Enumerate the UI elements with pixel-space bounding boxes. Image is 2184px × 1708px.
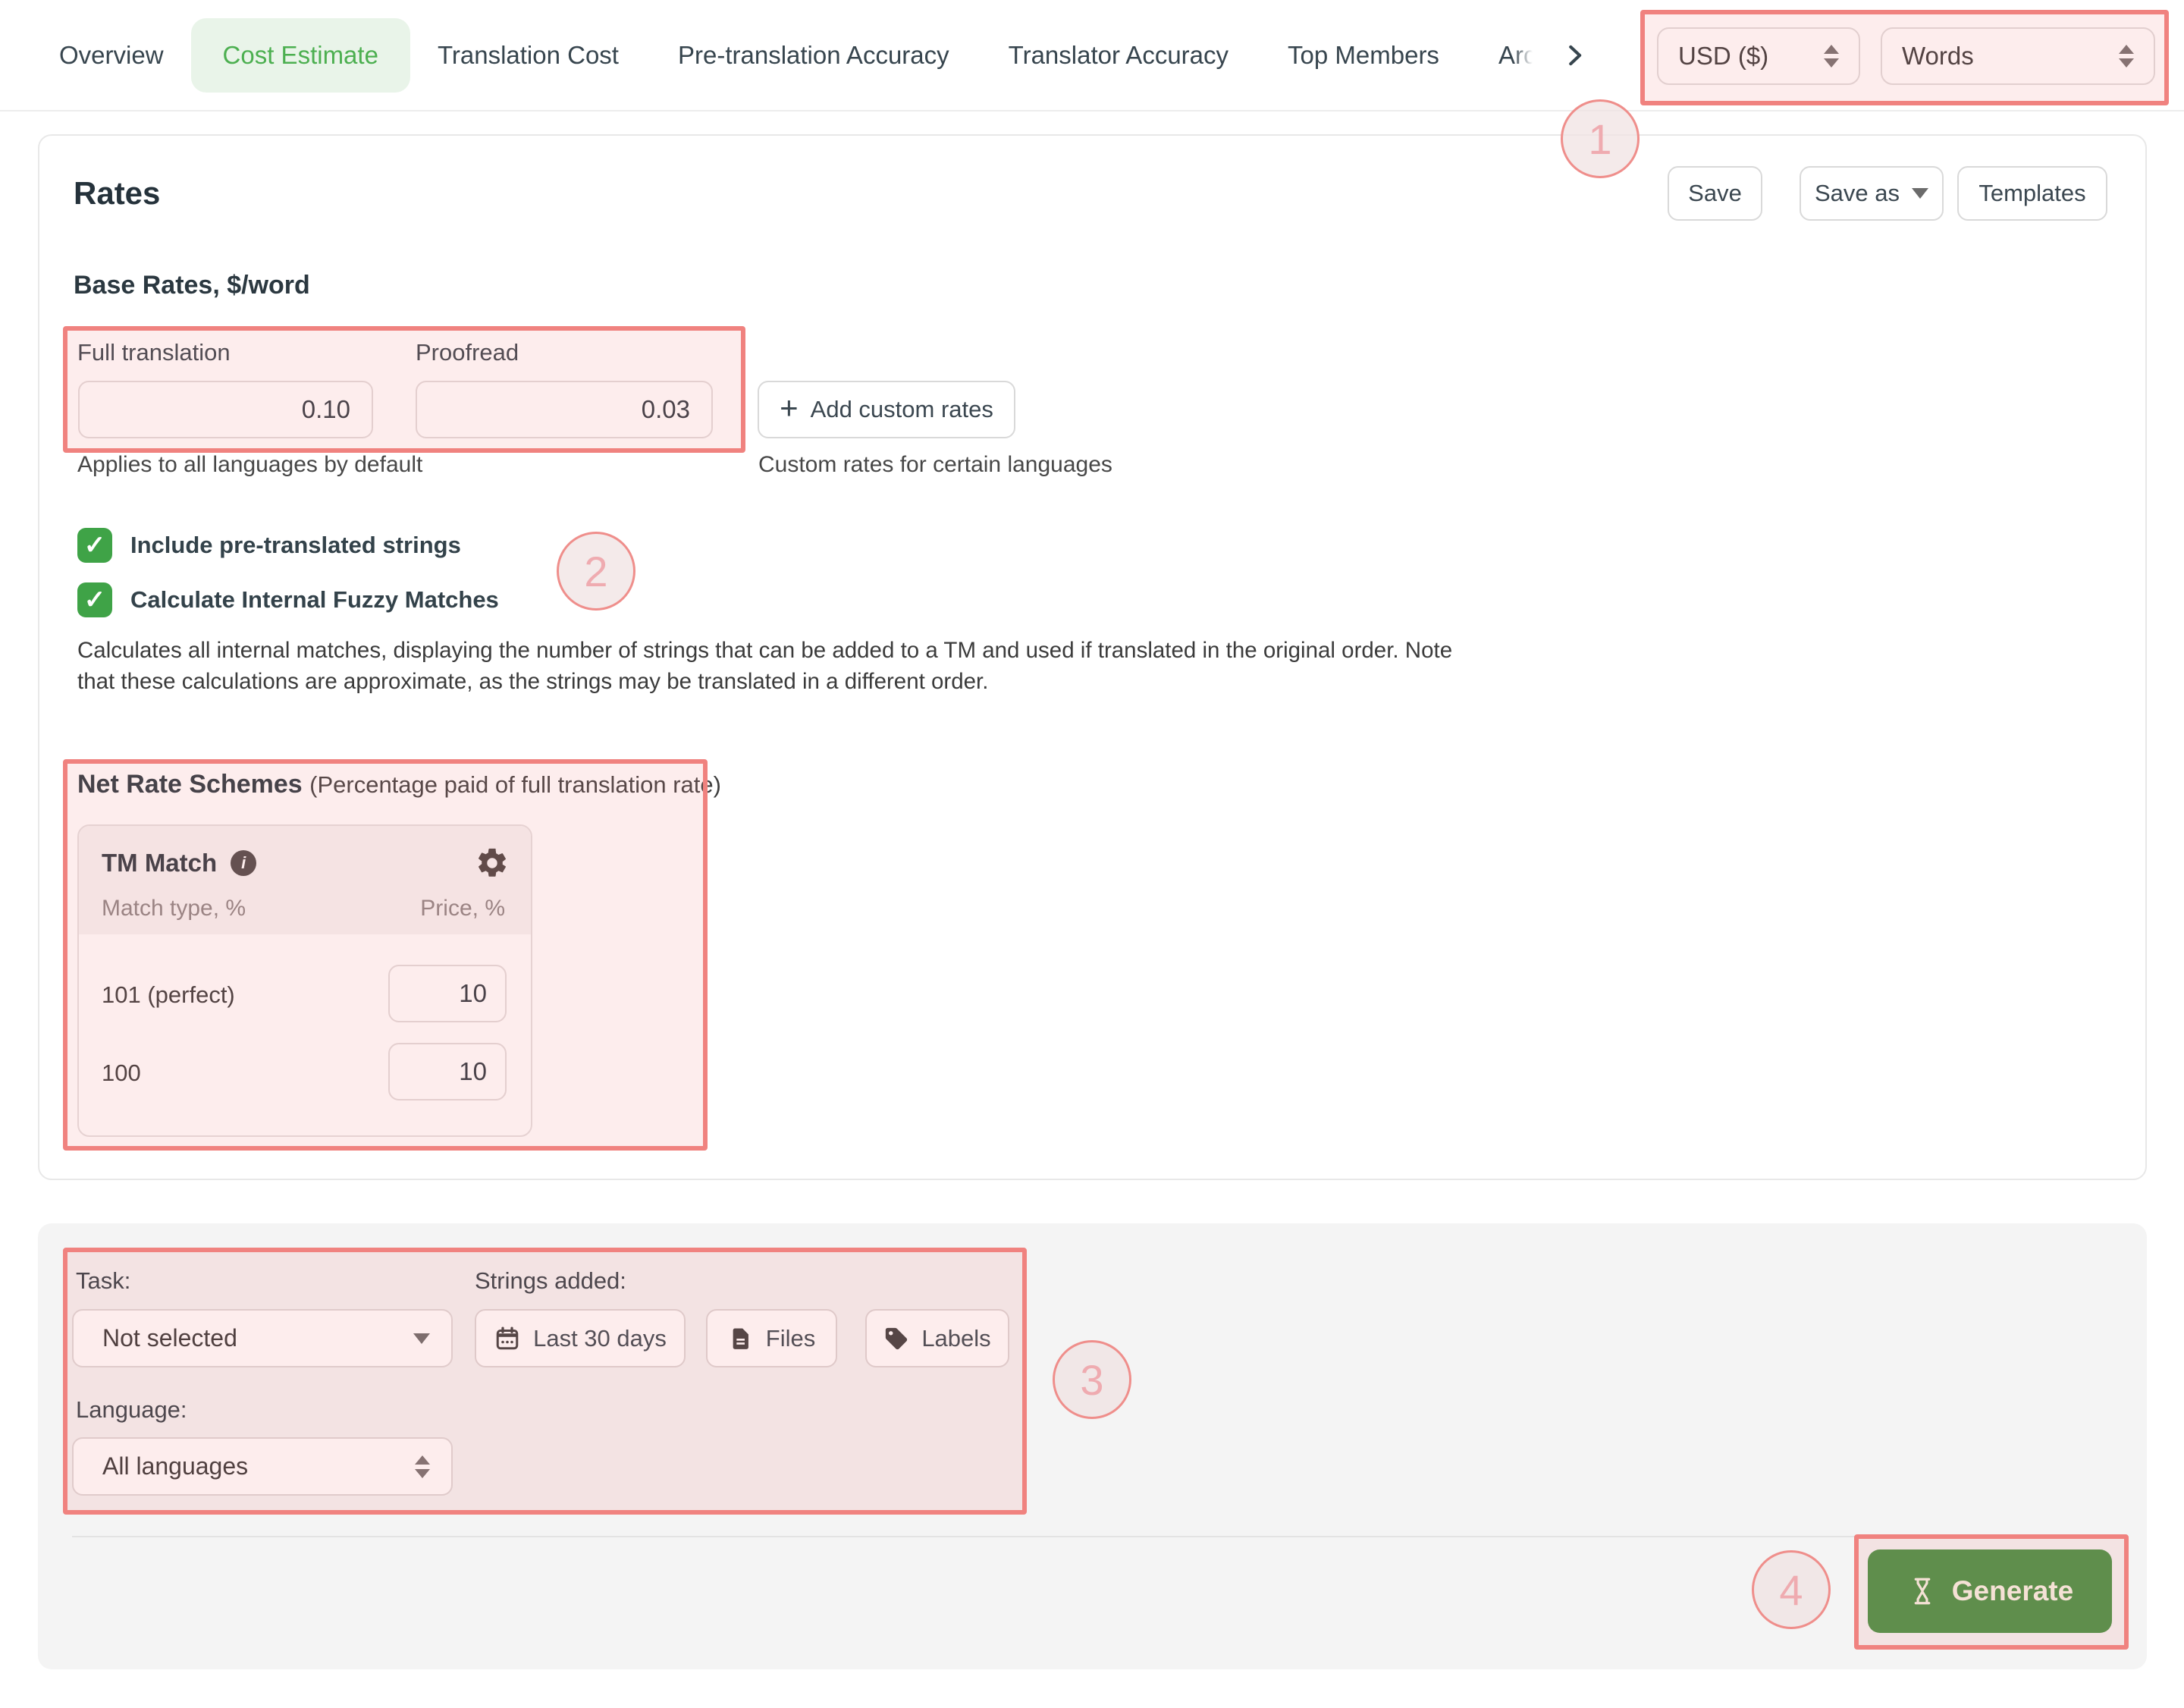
generate-button[interactable]: Generate	[1868, 1549, 2112, 1633]
tab-overview[interactable]: Overview	[59, 41, 164, 70]
custom-rates-note: Custom rates for certain languages	[758, 452, 1112, 478]
units-select[interactable]: Words	[1881, 27, 2155, 85]
calendar-icon	[494, 1325, 521, 1352]
gear-icon[interactable]	[475, 846, 510, 881]
tm-match-card: TM Match i Match type, % Price, % 101 (p…	[77, 824, 532, 1137]
tab-pre-translation-accuracy[interactable]: Pre-translation Accuracy	[678, 41, 949, 70]
updown-icon	[415, 1455, 430, 1478]
updown-icon	[1824, 45, 1839, 68]
templates-button-label: Templates	[1978, 180, 2085, 207]
rates-card: Rates Save Save as Templates Base Rates,…	[38, 134, 2147, 1180]
updown-icon	[2119, 45, 2134, 68]
fuzzy-matches-description: Calculates all internal matches, display…	[77, 635, 1488, 697]
templates-button[interactable]: Templates	[1957, 166, 2107, 221]
tm-match-title: TM Match	[102, 849, 217, 878]
save-button-label: Save	[1688, 180, 1742, 207]
language-label: Language:	[76, 1396, 187, 1424]
base-rates-note: Applies to all languages by default	[77, 452, 422, 478]
task-select[interactable]: Not selected	[72, 1309, 453, 1367]
task-label: Task:	[76, 1267, 130, 1295]
units-select-value: Words	[1902, 42, 1974, 71]
date-range-filter-button[interactable]: Last 30 days	[475, 1309, 686, 1367]
tab-translator-accuracy[interactable]: Translator Accuracy	[1009, 41, 1228, 70]
internal-fuzzy-checkbox[interactable]: ✓	[77, 582, 112, 617]
proofread-label: Proofread	[416, 339, 519, 366]
net-rate-schemes-note: (Percentage paid of full translation rat…	[309, 771, 721, 798]
language-select-value: All languages	[102, 1452, 248, 1480]
strings-added-label: Strings added:	[475, 1267, 626, 1295]
save-as-button[interactable]: Save as	[1800, 166, 1944, 221]
include-pretranslated-checkbox[interactable]: ✓	[77, 528, 112, 563]
chevron-right-icon[interactable]	[1560, 41, 1589, 70]
save-button[interactable]: Save	[1668, 166, 1762, 221]
base-rates-heading: Base Rates, $/word	[74, 271, 310, 300]
task-select-value: Not selected	[102, 1324, 237, 1352]
panel-divider	[72, 1536, 2113, 1537]
proofread-input[interactable]: 0.03	[416, 381, 713, 438]
tab-archived-truncated[interactable]: Arc	[1498, 41, 1536, 70]
add-custom-rates-label: Add custom rates	[811, 396, 993, 423]
internal-fuzzy-row: ✓ Calculate Internal Fuzzy Matches	[77, 582, 499, 617]
tab-translation-cost[interactable]: Translation Cost	[438, 41, 619, 70]
save-as-button-label: Save as	[1815, 180, 1900, 207]
net-rate-schemes-heading: Net Rate Schemes (Percentage paid of ful…	[77, 770, 721, 799]
page-title: Rates	[74, 175, 160, 212]
nav-divider	[0, 110, 2184, 111]
net-rate-schemes-title: Net Rate Schemes	[77, 770, 303, 799]
match-100-price-input[interactable]: 10	[388, 1043, 507, 1100]
caret-down-icon	[1912, 188, 1928, 199]
currency-select[interactable]: USD ($)	[1657, 27, 1860, 85]
include-pretranslated-label: Include pre-translated strings	[130, 532, 461, 559]
language-select[interactable]: All languages	[72, 1437, 453, 1496]
files-filter-label: Files	[766, 1325, 815, 1352]
labels-filter-label: Labels	[921, 1325, 990, 1352]
labels-filter-button[interactable]: Labels	[865, 1309, 1009, 1367]
plus-icon: +	[780, 392, 799, 424]
hourglass-icon	[1906, 1575, 1938, 1607]
checkmark-icon: ✓	[84, 532, 106, 558]
caret-down-icon	[413, 1333, 430, 1344]
report-generator-panel: Task: Not selected Strings added: Last 3…	[38, 1223, 2147, 1669]
tab-top-members[interactable]: Top Members	[1288, 41, 1439, 70]
tag-icon	[883, 1326, 909, 1352]
internal-fuzzy-label: Calculate Internal Fuzzy Matches	[130, 586, 499, 614]
full-translation-input[interactable]: 0.10	[78, 381, 373, 438]
price-column-header: Price, %	[420, 896, 505, 922]
full-translation-label: Full translation	[77, 339, 231, 366]
match-100-label: 100	[102, 1060, 141, 1087]
tab-cost-estimate[interactable]: Cost Estimate	[191, 18, 410, 93]
checkmark-icon: ✓	[84, 587, 106, 613]
generate-button-label: Generate	[1952, 1575, 2073, 1607]
date-range-filter-label: Last 30 days	[533, 1325, 667, 1352]
files-filter-button[interactable]: Files	[706, 1309, 837, 1367]
match-101-price-input[interactable]: 10	[388, 965, 507, 1022]
add-custom-rates-button[interactable]: + Add custom rates	[758, 381, 1015, 438]
currency-select-value: USD ($)	[1678, 42, 1768, 71]
info-icon[interactable]: i	[231, 850, 256, 876]
file-icon	[728, 1326, 754, 1352]
report-tabs-bar: Overview Cost Estimate Translation Cost …	[59, 0, 1589, 110]
match-101-label: 101 (perfect)	[102, 981, 235, 1009]
include-pretranslated-row: ✓ Include pre-translated strings	[77, 528, 461, 563]
match-type-column-header: Match type, %	[102, 896, 246, 922]
